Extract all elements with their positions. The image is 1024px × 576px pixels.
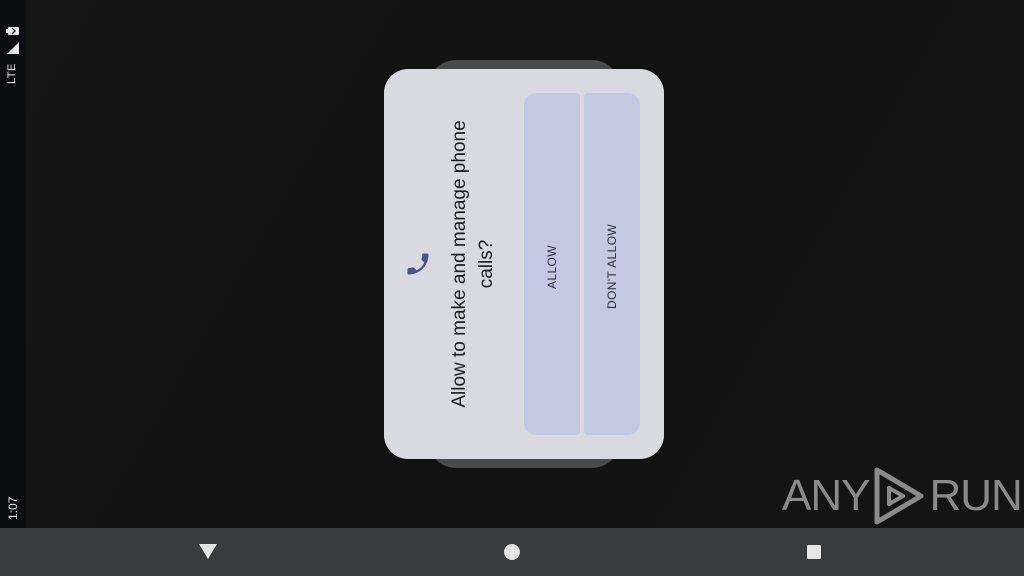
dialog-message: Allow to make and manage phone calls? [449, 120, 497, 408]
anyrun-watermark: ANY RUN [782, 466, 1023, 526]
signal-icon [7, 42, 19, 54]
device-screen: LTE 1:07 Allow to make and manage phone … [0, 0, 1024, 576]
play-logo-icon [874, 467, 924, 525]
permission-dialog: Allow to make and manage phone calls? AL… [384, 69, 664, 459]
home-circle-icon [504, 544, 520, 560]
network-type-label: LTE [6, 63, 18, 84]
recents-square-icon [807, 545, 821, 559]
home-button[interactable] [500, 540, 524, 564]
dont-allow-button-label: DON'T ALLOW [605, 223, 619, 309]
watermark-text-left: ANY [782, 471, 870, 520]
back-button[interactable] [196, 540, 220, 564]
dont-allow-button[interactable]: DON'T ALLOW [584, 93, 640, 435]
watermark-text-right: RUN [929, 471, 1022, 520]
allow-button[interactable]: ALLOW [524, 93, 580, 435]
status-bar: LTE 1:07 [0, 0, 26, 528]
navigation-bar [0, 528, 1024, 576]
recents-button[interactable] [802, 540, 826, 564]
battery-icon [6, 27, 19, 35]
phone-icon [407, 253, 429, 275]
allow-button-label: ALLOW [545, 244, 559, 289]
back-triangle-icon [199, 544, 217, 559]
status-time: 1:07 [6, 496, 20, 520]
